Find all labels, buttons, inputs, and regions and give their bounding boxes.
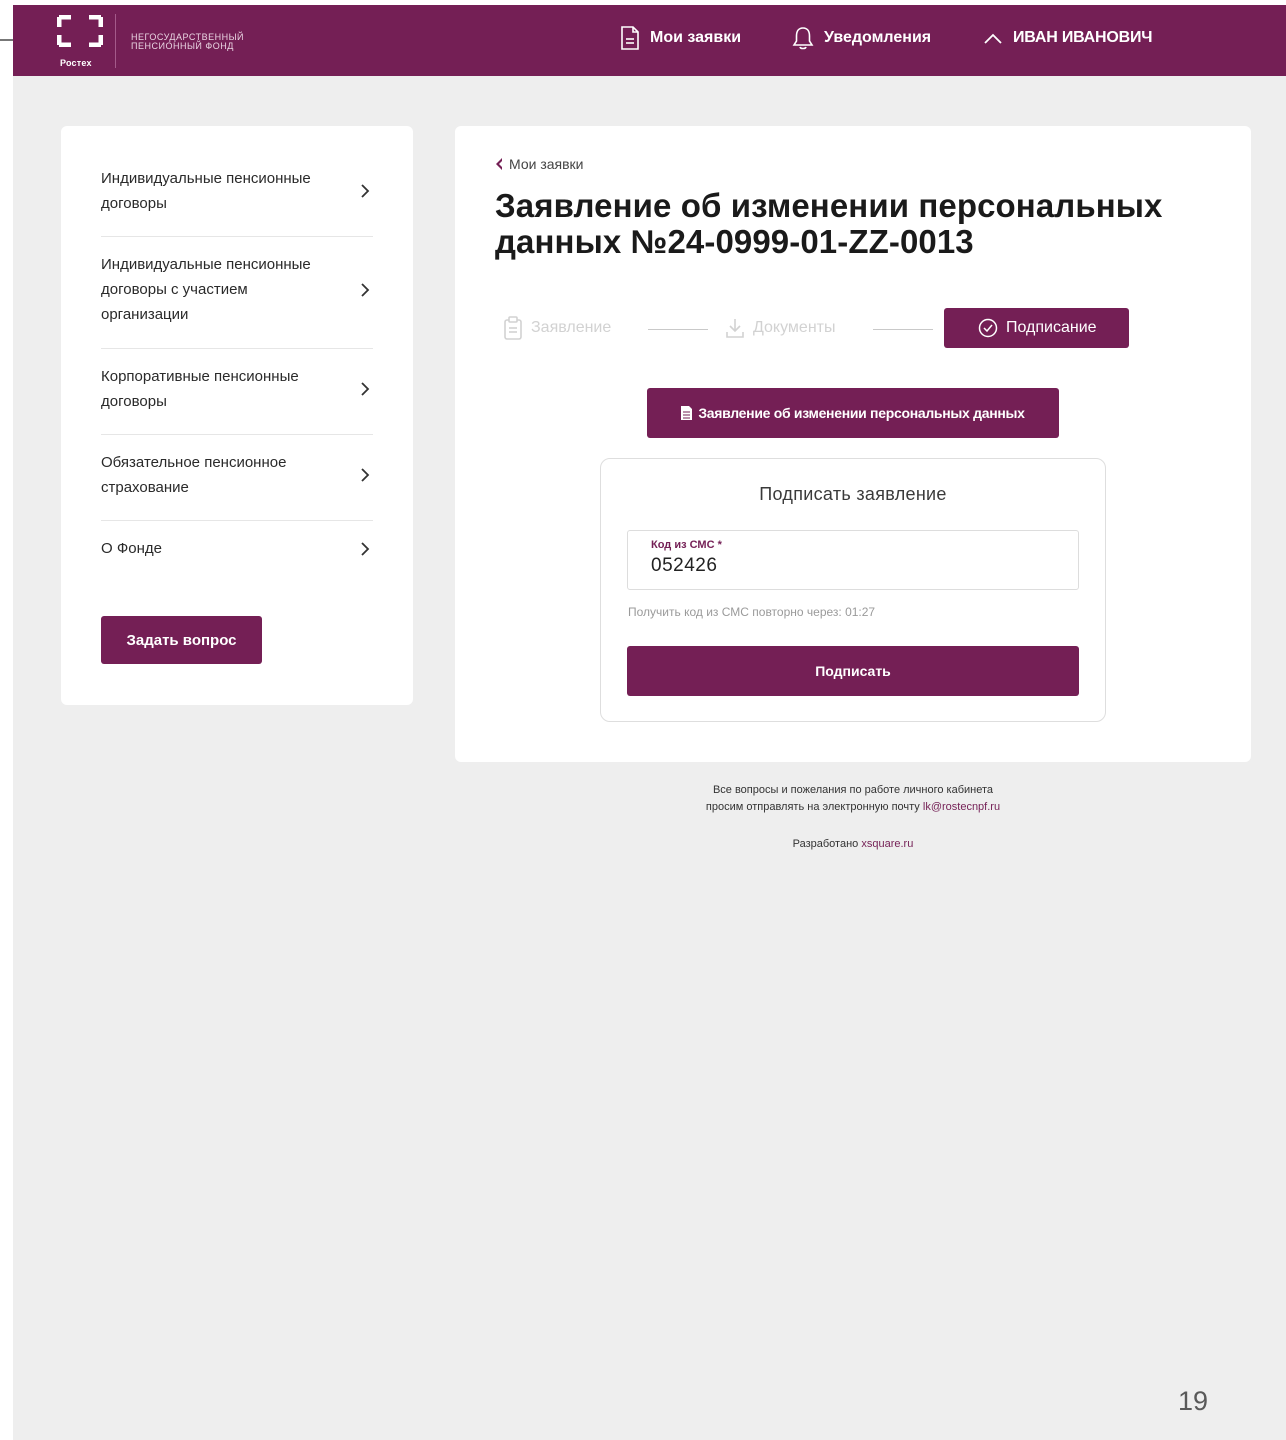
document-icon (621, 26, 639, 50)
chevron-right-icon (361, 282, 370, 297)
ask-question-button[interactable]: Задать вопрос (101, 616, 262, 664)
step-documents-label: Документы (753, 319, 836, 336)
sign-panel-title: Подписать заявление (759, 484, 947, 504)
back-link-label: Мои заявки (509, 156, 584, 172)
sidebar-divider (101, 520, 373, 521)
sms-code-field[interactable]: Код из СМС * (627, 530, 1079, 590)
chevron-right-icon (361, 184, 370, 198)
open-document-button[interactable]: Заявление об изменении персональных данн… (647, 388, 1059, 438)
support-email-link[interactable]: lk@rostecnpf.ru (923, 801, 1000, 813)
resend-countdown: Получить код из СМС повторно через: 01:2… (628, 605, 876, 619)
sidebar-divider (101, 236, 373, 237)
clipboard-icon (504, 316, 522, 340)
fund-name-line2: пенсионный фонд (131, 41, 234, 51)
top-bar: Ростех Негосударственный пенсионный фонд… (13, 5, 1286, 76)
step-connector (648, 329, 708, 330)
app-window: Ростех Негосударственный пенсионный фонд… (13, 5, 1286, 1440)
nav-my-applications-label: Мои заявки (650, 29, 742, 46)
sidebar: Индивидуальные пенсионные договоры Индив… (61, 126, 413, 705)
open-document-label: Заявление об изменении персональных данн… (698, 405, 1025, 421)
sidebar-item-individual-contracts-org[interactable]: Индивидуальные пенсионные договоры с уча… (101, 252, 373, 327)
step-application-label: Заявление (531, 319, 612, 336)
footer-line2-text: просим отправлять на электронную почту (705, 801, 920, 813)
slide-page-number: 19 (1178, 1386, 1209, 1416)
sidebar-item-mandatory-insurance[interactable]: Обязательное пенсионное страхование (101, 450, 373, 500)
chevron-right-icon (361, 382, 370, 396)
sidebar-item-about-fund[interactable]: О Фонде (101, 536, 373, 561)
step-application[interactable]: Заявление (503, 308, 611, 348)
developer-link[interactable]: xsquare.ru (861, 838, 913, 850)
sidebar-item-corporate-contracts[interactable]: Корпоративные пенсионные договоры (101, 364, 373, 414)
chevron-up-icon (984, 33, 1002, 44)
footer-line1: Все вопросы и пожелания по работе личног… (712, 784, 994, 796)
chevron-right-icon (361, 468, 370, 482)
step-connector (873, 329, 933, 330)
sign-button[interactable]: Подписать (627, 646, 1079, 696)
step-signing-label: Подписание (1006, 319, 1097, 336)
footer: Все вопросы и пожелания по работе личног… (455, 782, 1251, 853)
sms-code-label: Код из СМС * (651, 539, 722, 551)
bell-icon (792, 27, 814, 50)
nav-notifications[interactable]: Уведомления (792, 25, 931, 51)
sidebar-divider (101, 434, 373, 435)
sidebar-item-label: Индивидуальные пенсионные договоры с уча… (101, 256, 311, 323)
sidebar-item-label: О Фонде (101, 540, 162, 557)
logo-divider (115, 14, 116, 68)
user-name: ИВАН ИВАНОВИЧ (1013, 29, 1153, 46)
developer-credit: Разработано xsquare.ru (455, 836, 1251, 853)
developer-credit-text: Разработано (792, 838, 859, 850)
step-documents[interactable]: Документы (725, 308, 835, 348)
sms-code-input[interactable] (651, 555, 951, 577)
sidebar-item-individual-contracts[interactable]: Индивидуальные пенсионные договоры (101, 166, 373, 216)
rostec-logo-icon[interactable] (57, 15, 103, 47)
check-circle-icon (978, 318, 998, 338)
user-menu[interactable]: ИВАН ИВАНОВИЧ (983, 25, 1153, 51)
sidebar-item-label: Обязательное пенсионное страхование (101, 454, 287, 496)
step-signing[interactable]: Подписание (944, 308, 1129, 348)
page-title: Заявление об изменении персональных данн… (495, 187, 1163, 260)
nav-notifications-label: Уведомления (824, 29, 932, 46)
sidebar-divider (101, 348, 373, 349)
nav-my-applications[interactable]: Мои заявки (620, 25, 741, 51)
chevron-right-icon (361, 541, 370, 556)
sidebar-item-label: Индивидуальные пенсионные договоры (101, 170, 311, 212)
back-link[interactable]: Мои заявки (495, 156, 583, 172)
fund-name: Негосударственный пенсионный фонд (131, 33, 244, 51)
download-icon (726, 319, 744, 338)
chevron-left-icon (496, 158, 502, 170)
stepper: Заявление Документы Подписание (503, 308, 1203, 350)
file-icon (681, 406, 693, 420)
sidebar-item-label: Корпоративные пенсионные договоры (101, 368, 299, 410)
logo-wordmark: Ростех (60, 58, 92, 68)
sign-panel: Подписать заявление Код из СМС * Получит… (600, 458, 1106, 722)
application-card: Мои заявки Заявление об изменении персон… (455, 126, 1251, 762)
slide-margin (0, 0, 12, 1440)
footer-line2: просим отправлять на электронную почту l… (455, 799, 1251, 816)
